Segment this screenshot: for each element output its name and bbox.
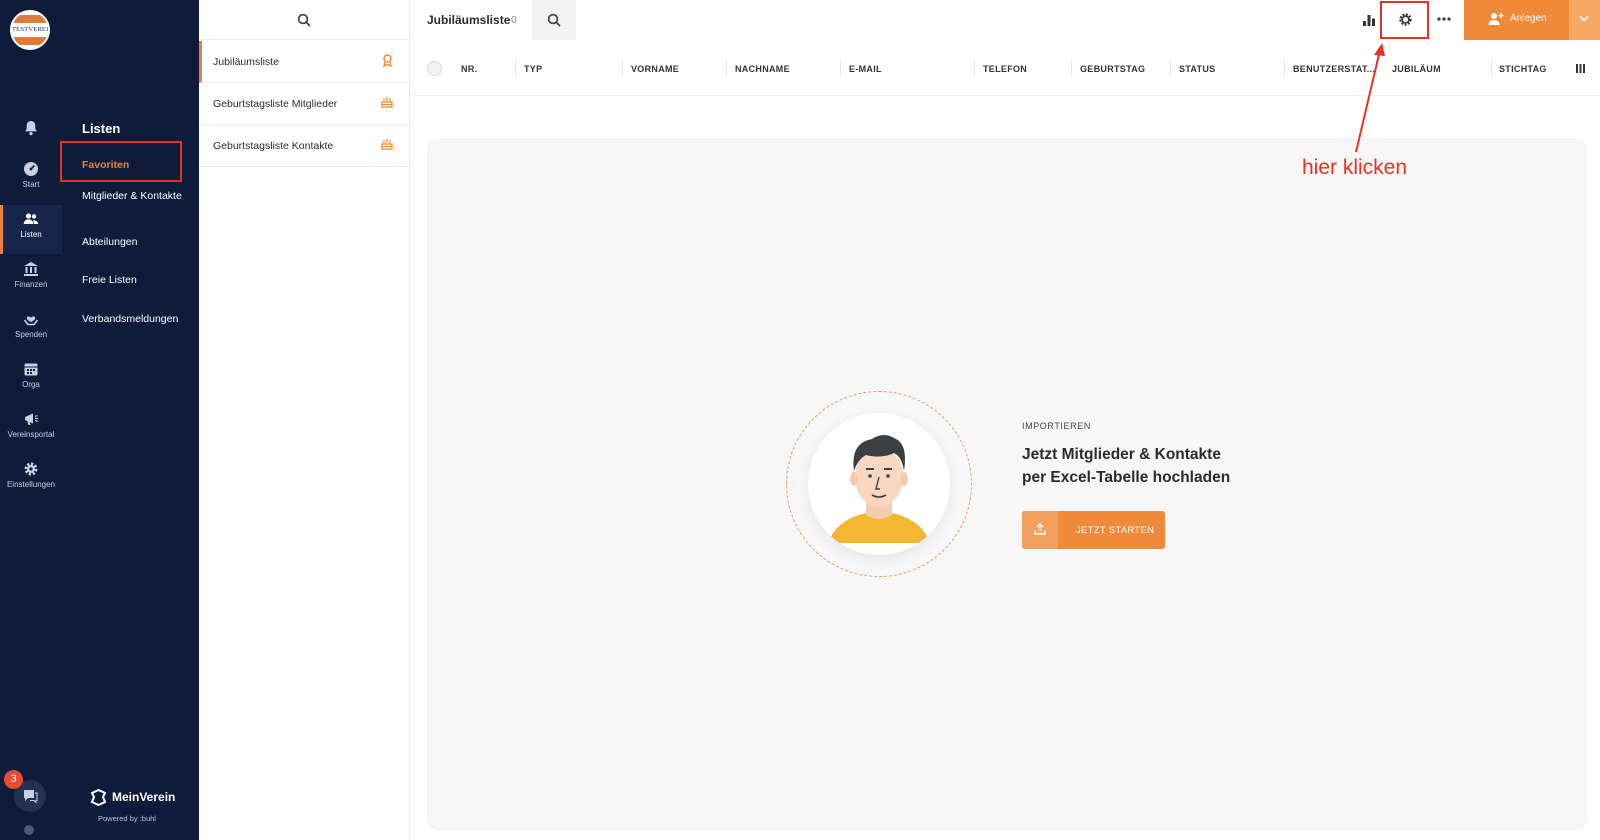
column-header-telefon[interactable]: TELEFON	[983, 64, 1071, 74]
rail-item-start[interactable]: Start	[0, 155, 62, 204]
secondary-nav: Listen Favoriten Mitglieder & Kontakte A…	[62, 0, 199, 840]
cake-icon	[381, 97, 393, 108]
anlegen-dropdown-button[interactable]	[1569, 0, 1600, 40]
jetzt-starten-label: JETZT STARTEN	[1076, 525, 1155, 536]
list-item-geburtstagsliste-kontakte[interactable]: Geburtstagsliste Kontakte	[199, 125, 409, 167]
rail-label-orga: Orga	[22, 380, 40, 389]
rail-item-spenden[interactable]: Spenden	[0, 305, 62, 354]
toolbar-search-button[interactable]	[532, 0, 576, 40]
search-icon	[547, 13, 561, 27]
column-header-vorname[interactable]: VORNAME	[631, 64, 723, 74]
heart-hand-icon	[23, 316, 39, 326]
gear-icon	[24, 462, 38, 476]
column-chooser-icon[interactable]	[1576, 64, 1585, 73]
import-title: Jetzt Mitglieder & Kontakte per Excel-Ta…	[1022, 443, 1282, 489]
chat-icon	[24, 790, 38, 804]
empty-state-card: IMPORTIEREN Jetzt Mitglieder & Kontakte …	[427, 139, 1587, 830]
calendar-icon	[24, 363, 38, 376]
rail-item-einstellungen[interactable]: Einstellungen	[0, 455, 62, 504]
person-illustration-icon	[828, 435, 930, 543]
rail-label-spenden: Spenden	[14, 330, 48, 339]
users-icon	[23, 213, 39, 224]
list-item-label: Geburtstagsliste Kontakte	[213, 140, 334, 152]
cake-icon	[381, 139, 393, 150]
column-header-geburtstag[interactable]: GEBURTSTAG	[1080, 64, 1170, 74]
bank-icon	[24, 262, 38, 276]
rail-item-listen[interactable]: Listen	[0, 205, 62, 254]
column-header-typ[interactable]: TYP	[524, 64, 614, 74]
bell-icon[interactable]	[22, 119, 40, 137]
nav-item-abteilungen[interactable]: Abteilungen	[82, 235, 187, 249]
powered-by: Powered by :buhl	[98, 814, 156, 823]
toolbar: Jubiläumsliste 0 Anlegen	[410, 0, 1600, 40]
record-count: 0	[511, 14, 517, 26]
column-header-nachname[interactable]: NACHNAME	[735, 64, 835, 74]
anlegen-button[interactable]: Anlegen	[1464, 0, 1569, 40]
rail-label-listen: Listen	[20, 230, 42, 239]
info-icon[interactable]	[24, 825, 34, 835]
chat-badge: 3	[4, 770, 23, 789]
jetzt-starten-button[interactable]: JETZT STARTEN	[1022, 511, 1165, 549]
megaphone-icon	[25, 413, 38, 425]
search-icon	[297, 13, 311, 27]
upload-icon	[1034, 523, 1046, 535]
page-title: Jubiläumsliste	[427, 13, 511, 27]
club-logo-text: TESTVEREIN	[12, 26, 50, 33]
rail-label-finanzen: Finanzen	[14, 280, 48, 289]
bar-chart-icon[interactable]	[1362, 13, 1376, 27]
annotation-arrow-icon	[1355, 43, 1385, 153]
import-title-line-2: per Excel-Tabelle hochladen	[1022, 469, 1231, 486]
brand-name: MeinVerein	[112, 790, 176, 804]
nav-section-title: Listen	[82, 121, 121, 136]
add-user-icon	[1488, 13, 1504, 25]
list-item-label: Geburtstagsliste Mitglieder	[213, 98, 338, 110]
nav-item-verbandsmeldungen[interactable]: Verbandsmeldungen	[82, 312, 187, 326]
highlight-box-settings	[1380, 1, 1429, 39]
column-header-jubilaeum[interactable]: JUBILÄUM	[1392, 64, 1482, 74]
nav-item-mitglieder-kontakte[interactable]: Mitglieder & Kontakte	[82, 189, 187, 203]
icon-rail: TESTVEREIN Start Listen Finanzen Spenden…	[0, 0, 62, 840]
rail-label-vereinsportal: Vereinsportal	[7, 430, 55, 439]
column-header-stichtag[interactable]: STICHTAG	[1499, 64, 1569, 74]
list-item-label: Jubiläumsliste	[213, 56, 279, 68]
list-search-bar[interactable]	[199, 0, 409, 40]
column-header-email[interactable]: E-MAIL	[849, 64, 969, 74]
list-panel: Jubiläumsliste Geburtstagsliste Mitglied…	[199, 0, 410, 840]
chevron-down-icon	[1579, 15, 1589, 22]
rail-item-vereinsportal[interactable]: Vereinsportal	[0, 405, 62, 454]
table-header: NR. TYP VORNAME NACHNAME E-MAIL TELEFON …	[410, 40, 1600, 96]
more-options-icon[interactable]	[1437, 17, 1451, 21]
award-icon	[383, 54, 392, 67]
club-logo[interactable]: TESTVEREIN	[10, 10, 50, 50]
rail-label-einstellungen: Einstellungen	[6, 480, 56, 489]
nav-item-freie-listen[interactable]: Freie Listen	[82, 273, 187, 287]
select-all-checkbox[interactable]	[427, 61, 442, 76]
column-header-nr[interactable]: NR.	[461, 64, 509, 74]
main-content: Jubiläumsliste 0 Anlegen NR. TYP VORNAME…	[410, 0, 1600, 840]
rail-label-start: Start	[22, 180, 40, 189]
rail-item-finanzen[interactable]: Finanzen	[0, 255, 62, 304]
anlegen-label: Anlegen	[1510, 13, 1547, 24]
import-kicker: IMPORTIEREN	[1022, 421, 1091, 431]
list-item-jubilaeumsliste[interactable]: Jubiläumsliste	[199, 41, 409, 83]
annotation-text: hier klicken	[1302, 156, 1408, 179]
dashboard-icon	[24, 162, 38, 176]
column-header-status[interactable]: STATUS	[1179, 64, 1279, 74]
list-item-geburtstagsliste-mitglieder[interactable]: Geburtstagsliste Mitglieder	[199, 83, 409, 125]
avatar-illustration	[786, 391, 972, 577]
rail-item-orga[interactable]: Orga	[0, 355, 62, 404]
import-title-line-1: Jetzt Mitglieder & Kontakte	[1022, 446, 1221, 463]
meinverein-logo-icon	[90, 789, 107, 806]
highlight-box-favoriten	[60, 141, 182, 182]
